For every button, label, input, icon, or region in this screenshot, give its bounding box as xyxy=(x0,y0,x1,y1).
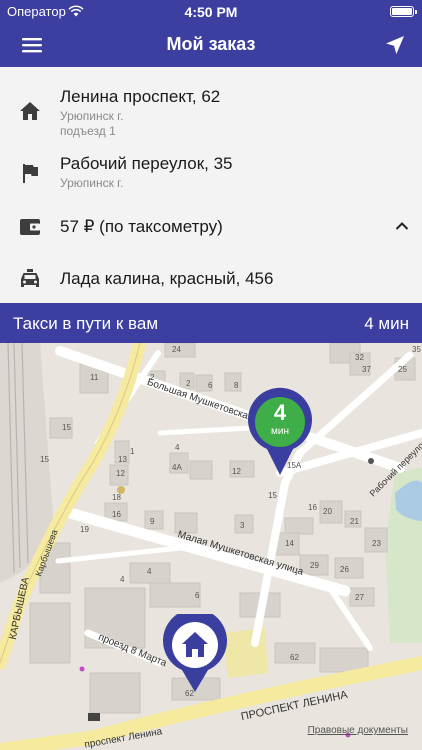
pickup-marker[interactable] xyxy=(160,608,230,694)
house-number: 16 xyxy=(308,503,317,512)
pickup-row[interactable]: Ленина проспект, 62 Урюпинск г. подъезд … xyxy=(0,75,422,138)
house-number: 4 xyxy=(147,567,152,576)
house-number: 2 xyxy=(186,379,191,388)
destination-city: Урюпинск г. xyxy=(60,176,124,190)
house-number: 23 xyxy=(372,539,381,548)
house-number: 11 xyxy=(90,373,99,382)
house-number: 9 xyxy=(150,517,155,526)
house-number: 6 xyxy=(195,591,200,600)
house-number: 18 xyxy=(112,493,121,502)
house-number: 3 xyxy=(240,521,245,530)
eta-marker-value: 4 xyxy=(273,400,287,425)
legal-documents-link[interactable]: Правовые документы xyxy=(308,725,408,736)
status-time: 4:50 PM xyxy=(184,4,238,20)
destination-address: Рабочий переулок, 35 xyxy=(60,154,233,173)
order-details: Ленина проспект, 62 Урюпинск г. подъезд … xyxy=(0,67,422,303)
house-number: 14 xyxy=(285,539,294,548)
taxi-eta-marker[interactable]: 4 мин xyxy=(246,385,314,477)
app-header: Оператор 4:50 PM Мой заказ xyxy=(0,0,422,67)
house-number: 35 xyxy=(412,345,421,354)
status-bar: Оператор 4:50 PM xyxy=(0,0,422,24)
house-number: 32 xyxy=(355,353,364,362)
pickup-city: Урюпинск г. xyxy=(60,109,124,123)
car-row: Лада калина, красный, 456 xyxy=(0,261,422,299)
house-number: 24 xyxy=(172,345,181,354)
map-view[interactable]: Большая Мушкетовская у Малая Мушкетовска… xyxy=(0,343,422,750)
map-pin-icon xyxy=(163,608,227,692)
house-number: 19 xyxy=(80,525,89,534)
car-description: Лада калина, красный, 456 xyxy=(60,269,274,288)
house-number: 2 xyxy=(150,373,155,382)
house-number: 4А xyxy=(172,463,182,472)
eta-marker-unit: мин xyxy=(271,426,289,437)
battery-icon xyxy=(390,6,417,17)
eta-text: 4 мин xyxy=(364,314,409,333)
house-number: 16 xyxy=(112,510,121,519)
locate-button[interactable] xyxy=(380,30,410,60)
destination-row[interactable]: Рабочий переулок, 35 Урюпинск г. xyxy=(0,147,422,197)
house-number: 29 xyxy=(310,561,319,570)
payment-row[interactable]: 57 ₽ (по таксометру) xyxy=(0,208,422,246)
house-number: 15 xyxy=(62,423,71,432)
flag-icon xyxy=(23,164,38,183)
house-number: 4 xyxy=(120,575,125,584)
house-number: 25 xyxy=(398,365,407,374)
house-number: 21 xyxy=(350,517,359,526)
house-number: 62 xyxy=(290,653,299,662)
house-number: 12 xyxy=(116,469,125,478)
taxi-status-text: Такси в пути к вам xyxy=(13,314,159,333)
page-title: Мой заказ xyxy=(166,34,256,54)
wallet-icon xyxy=(20,219,40,235)
house-number: 37 xyxy=(362,365,371,374)
house-number: 12 xyxy=(232,467,241,476)
house-number: 15 xyxy=(268,491,277,500)
house-number: 26 xyxy=(340,565,349,574)
chevron-up-icon[interactable] xyxy=(395,221,409,231)
navigation-arrow-icon xyxy=(386,36,404,54)
house-number: 15 xyxy=(40,455,49,464)
home-icon xyxy=(20,102,40,120)
house-number: 27 xyxy=(355,593,364,602)
house-number: 20 xyxy=(323,507,332,516)
pickup-address: Ленина проспект, 62 xyxy=(60,87,221,106)
nav-bar: Мой заказ xyxy=(0,24,422,67)
taxi-car-icon xyxy=(21,269,39,287)
house-number: 1 xyxy=(130,447,135,456)
house-number: 6 xyxy=(208,381,213,390)
house-number: 13 xyxy=(118,455,127,464)
house-number: 4 xyxy=(175,443,180,452)
payment-amount: 57 ₽ (по таксометру) xyxy=(60,217,223,236)
taxi-status-banner: Такси в пути к вам 4 мин xyxy=(0,303,422,343)
house-number: 8 xyxy=(234,381,239,390)
pickup-note: подъезд 1 xyxy=(60,124,116,138)
